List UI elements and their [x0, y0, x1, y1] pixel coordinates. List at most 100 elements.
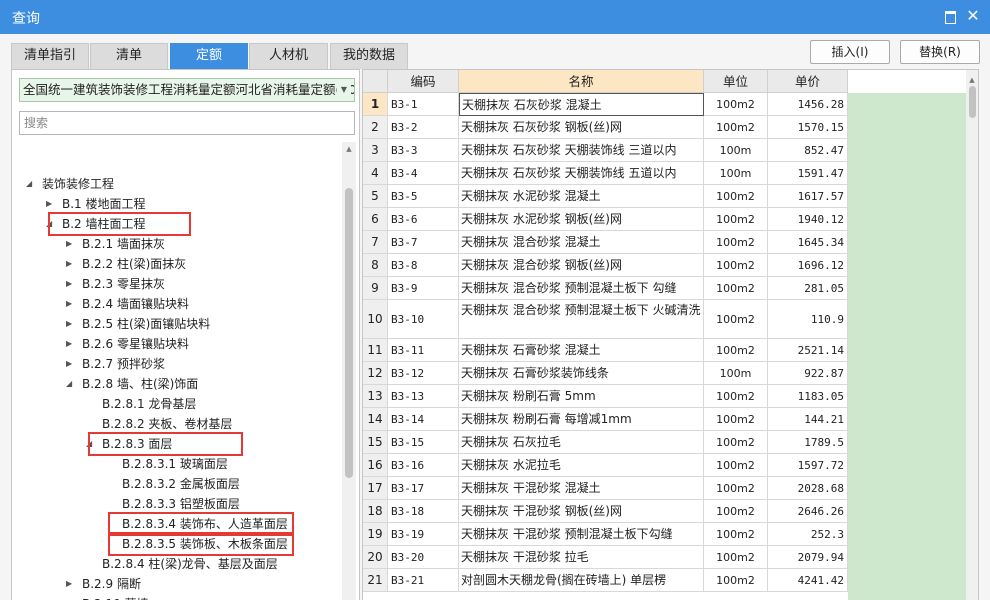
table-cell-price[interactable]: 4241.42 — [768, 569, 848, 592]
tree-item[interactable]: B.2.8.3.1 玻璃面层 — [122, 454, 228, 474]
tree-item[interactable]: B.2.8.2 夹板、卷材基层 — [102, 414, 232, 434]
table-cell-price[interactable]: 110.9 — [768, 300, 848, 339]
table-cell-name[interactable]: 天棚抹灰 石灰砂浆 钢板(丝)网 — [459, 116, 704, 139]
tree-scroll-thumb[interactable] — [345, 188, 353, 478]
table-cell-code[interactable]: B3-17 — [388, 477, 459, 500]
scroll-up-icon[interactable]: ▲ — [343, 143, 355, 155]
table-cell-unit[interactable]: 100m2 — [704, 254, 768, 277]
table-cell-unit[interactable]: 100m — [704, 139, 768, 162]
table-cell-name[interactable]: 天棚抹灰 水泥砂浆 钢板(丝)网 — [459, 208, 704, 231]
table-cell-name[interactable]: 天棚抹灰 混合砂浆 混凝土 — [459, 231, 704, 254]
table-cell-idx[interactable]: 20 — [363, 546, 388, 569]
maximize-icon[interactable] — [943, 9, 957, 24]
column-header-name[interactable]: 名称 — [459, 70, 704, 93]
table-cell-code[interactable]: B3-4 — [388, 162, 459, 185]
expand-icon[interactable]: ▶ — [66, 274, 76, 294]
table-cell-price[interactable]: 2079.94 — [768, 546, 848, 569]
table-cell-idx[interactable]: 1 — [363, 93, 388, 116]
table-cell-code[interactable]: B3-20 — [388, 546, 459, 569]
table-cell-idx[interactable]: 15 — [363, 431, 388, 454]
table-cell-name[interactable]: 天棚抹灰 水泥砂浆 混凝土 — [459, 185, 704, 208]
expand-icon[interactable]: ▶ — [66, 294, 76, 314]
tab-3[interactable]: 人材机 — [249, 43, 328, 69]
table-cell-price[interactable]: 1617.57 — [768, 185, 848, 208]
table-cell-unit[interactable]: 100m2 — [704, 500, 768, 523]
table-cell-code[interactable]: B3-12 — [388, 362, 459, 385]
tree-item[interactable]: B.2.9 隔断 — [82, 574, 141, 594]
table-cell-code[interactable]: B3-16 — [388, 454, 459, 477]
table-cell-unit[interactable]: 100m — [704, 362, 768, 385]
table-cell-price[interactable]: 1183.05 — [768, 385, 848, 408]
collapse-icon[interactable]: ◢ — [26, 174, 36, 194]
tree-item[interactable]: B.2.2 柱(梁)面抹灰 — [82, 254, 186, 274]
table-cell-code[interactable]: B3-2 — [388, 116, 459, 139]
table-cell-name[interactable]: 天棚抹灰 石灰拉毛 — [459, 431, 704, 454]
tab-0[interactable]: 清单指引 — [11, 43, 89, 69]
table-cell-price[interactable]: 1597.72 — [768, 454, 848, 477]
table-cell-price[interactable]: 922.87 — [768, 362, 848, 385]
tree-item[interactable]: B.2.8.3.2 金属板面层 — [122, 474, 240, 494]
tree-item[interactable]: B.2.4 墙面镶贴块料 — [82, 294, 189, 314]
tree-item[interactable]: B.2.8.1 龙骨基层 — [102, 394, 196, 414]
table-cell-unit[interactable]: 100m2 — [704, 546, 768, 569]
table-cell-name[interactable]: 天棚抹灰 粉刷石膏 5mm — [459, 385, 704, 408]
table-cell-price[interactable]: 852.47 — [768, 139, 848, 162]
table-cell-idx[interactable]: 5 — [363, 185, 388, 208]
table-cell-price[interactable]: 2028.68 — [768, 477, 848, 500]
table-cell-idx[interactable]: 2 — [363, 116, 388, 139]
table-cell-idx[interactable]: 7 — [363, 231, 388, 254]
expand-icon[interactable]: ▶ — [66, 234, 76, 254]
insert-button[interactable]: 插入(I) — [810, 40, 890, 64]
tree-item[interactable]: B.2.5 柱(梁)面镶贴块料 — [82, 314, 210, 334]
table-cell-code[interactable]: B3-18 — [388, 500, 459, 523]
tree-item[interactable]: B.2.7 预拌砂浆 — [82, 354, 165, 374]
table-cell-unit[interactable]: 100m2 — [704, 523, 768, 546]
table-cell-name[interactable]: 天棚抹灰 混合砂浆 预制混凝土板下 火碱清洗 — [459, 300, 704, 339]
table-cell-idx[interactable]: 13 — [363, 385, 388, 408]
scroll-up-icon[interactable]: ▲ — [966, 74, 978, 86]
column-header-price[interactable]: 单价 — [768, 70, 848, 93]
tree-item[interactable]: B.2.6 零星镶贴块料 — [82, 334, 189, 354]
tree-item[interactable]: B.2.8.3.3 铝塑板面层 — [122, 494, 240, 514]
tree-item[interactable]: B.2.1 墙面抹灰 — [82, 234, 165, 254]
table-cell-unit[interactable]: 100m2 — [704, 454, 768, 477]
table-cell-idx[interactable]: 4 — [363, 162, 388, 185]
table-cell-code[interactable]: B3-3 — [388, 139, 459, 162]
table-cell-code[interactable]: B3-6 — [388, 208, 459, 231]
search-input[interactable] — [19, 111, 355, 135]
table-cell-name[interactable]: 天棚抹灰 混合砂浆 预制混凝土板下 勾缝 — [459, 277, 704, 300]
table-cell-unit[interactable]: 100m2 — [704, 300, 768, 339]
table-cell-unit[interactable]: 100m2 — [704, 93, 768, 116]
tree-item[interactable]: B.2.8 墙、柱(梁)饰面 — [82, 374, 198, 394]
table-cell-idx[interactable]: 17 — [363, 477, 388, 500]
table-cell-idx[interactable]: 9 — [363, 277, 388, 300]
column-header-code[interactable]: 编码 — [388, 70, 459, 93]
expand-icon[interactable]: ▶ — [66, 354, 76, 374]
table-cell-code[interactable]: B3-13 — [388, 385, 459, 408]
table-cell-name[interactable]: 天棚抹灰 石膏砂浆装饰线条 — [459, 362, 704, 385]
table-cell-idx[interactable]: 19 — [363, 523, 388, 546]
table-scroll-thumb[interactable] — [969, 86, 976, 118]
table-cell-name[interactable]: 天棚抹灰 干混砂浆 钢板(丝)网 — [459, 500, 704, 523]
table-cell-code[interactable]: B3-5 — [388, 185, 459, 208]
table-cell-idx[interactable]: 12 — [363, 362, 388, 385]
table-cell-price[interactable]: 252.3 — [768, 523, 848, 546]
tab-2[interactable]: 定额 — [170, 43, 248, 69]
chevron-down-icon[interactable]: ▼ — [337, 79, 351, 101]
table-cell-code[interactable]: B3-1 — [388, 93, 459, 116]
table-cell-name[interactable]: 天棚抹灰 干混砂浆 预制混凝土板下勾缝 — [459, 523, 704, 546]
table-cell-idx[interactable]: 14 — [363, 408, 388, 431]
table-cell-price[interactable]: 1789.5 — [768, 431, 848, 454]
table-cell-unit[interactable]: 100m2 — [704, 408, 768, 431]
collapse-icon[interactable]: ◢ — [66, 374, 76, 394]
table-cell-price[interactable]: 1696.12 — [768, 254, 848, 277]
table-cell-unit[interactable]: 100m2 — [704, 385, 768, 408]
table-cell-price[interactable]: 1645.34 — [768, 231, 848, 254]
table-cell-code[interactable]: B3-7 — [388, 231, 459, 254]
column-header-index[interactable] — [363, 70, 388, 93]
table-cell-code[interactable]: B3-15 — [388, 431, 459, 454]
close-icon[interactable]: ✕ — [966, 8, 980, 24]
tree-item[interactable]: B.2.3 零星抹灰 — [82, 274, 165, 294]
table-cell-unit[interactable]: 100m2 — [704, 277, 768, 300]
table-cell-name[interactable]: 天棚抹灰 石灰砂浆 混凝土 — [459, 93, 704, 116]
